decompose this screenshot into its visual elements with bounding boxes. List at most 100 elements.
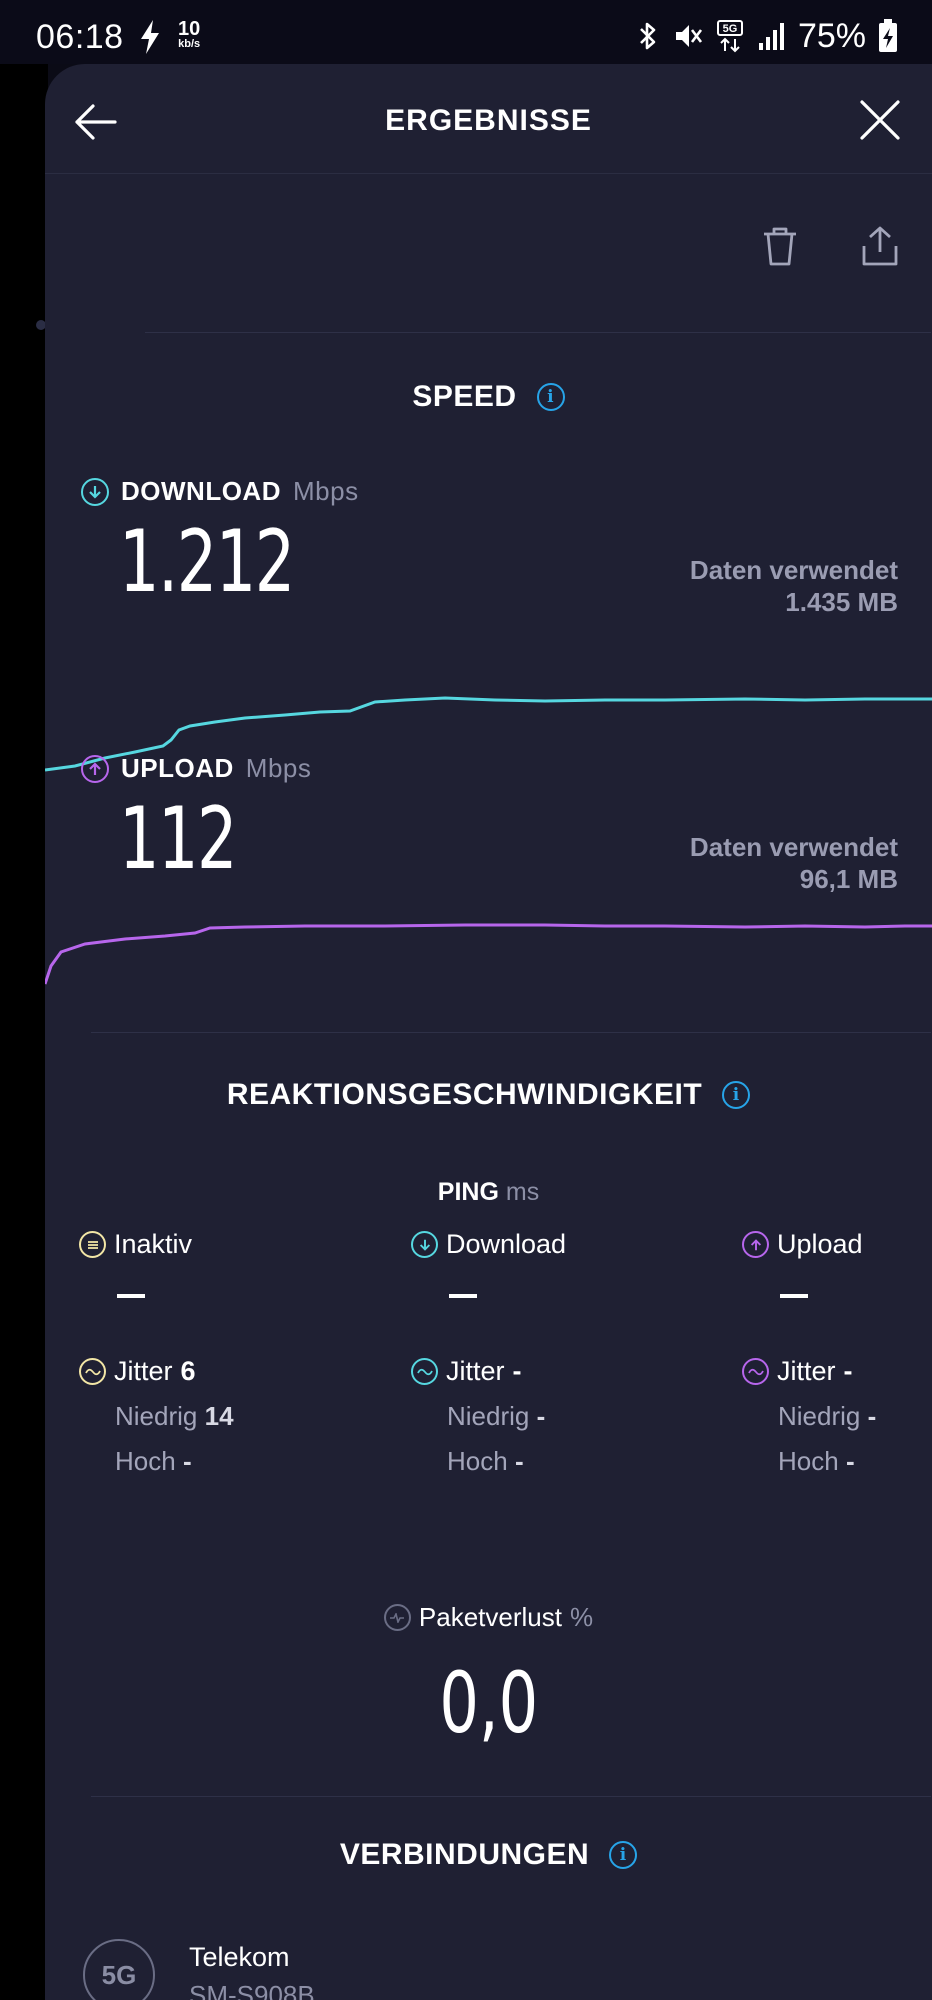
divider [145,332,931,333]
jitter-download-label: Jitter [446,1356,505,1386]
speed-section-title: SPEED i [45,380,932,414]
low-download-label: Niedrig [447,1401,530,1431]
download-label-text: DOWNLOAD [121,476,281,506]
jitter-download: Jitter - [411,1356,671,1387]
network-speed: 10 kb/s [178,18,201,50]
signal-icon [758,23,784,50]
status-bar: 06:18 10 kb/s 5G 75% [0,0,932,64]
top-bar: ERGEBNISSE [45,64,932,174]
low-upload-label: Niedrig [778,1401,861,1431]
jitter-idle-value: 6 [180,1356,196,1386]
latency-section-title: REAKTIONSGESCHWINDIGKEIT i [45,1078,932,1112]
speed-info-icon[interactable]: i [536,383,565,411]
upload-label: UPLOAD Mbps [81,753,311,784]
packet-loss-value: 0,0 [439,1654,538,1752]
ping-download-label: Download [446,1229,567,1259]
latency-info-icon[interactable]: i [722,1081,751,1109]
upload-unit: Mbps [245,753,312,783]
jitter-upload-value: - [843,1356,853,1386]
share-button[interactable] [858,224,902,268]
upload-arrow-icon [81,754,109,783]
high-download-value: - [514,1446,524,1476]
divider [91,1032,931,1033]
battery-charging-icon [879,19,897,52]
ping-idle-label: Inaktiv [114,1229,193,1259]
result-actions [758,224,902,268]
download-label: DOWNLOAD Mbps [81,476,359,507]
low-upload: Niedrig - [778,1401,932,1432]
packet-loss-header: Paketverlust % [45,1602,932,1633]
status-icons: 5G 75% [636,16,898,56]
connections-info-icon[interactable]: i [609,1841,638,1869]
device-name: SM-S908B [189,1980,315,2000]
packet-loss-label: Paketverlust [418,1602,562,1632]
download-value: 1.212 [119,512,295,612]
upload-graph [45,923,932,985]
close-button[interactable] [858,98,902,142]
ping-idle-header: Inaktiv [79,1229,339,1260]
upload-value: 112 [119,789,238,889]
upload-label-text: UPLOAD [121,753,234,783]
divider [91,1796,931,1797]
battery-percent: 75% [797,16,866,55]
connection-type-badge: 5G [83,1939,155,2000]
ping-download-header: Download [411,1229,671,1260]
latency-title: REAKTIONSGESCHWINDIGKEIT [226,1078,703,1111]
low-download: Niedrig - [447,1401,671,1432]
connections-section-title: VERBINDUNGEN i [45,1838,932,1872]
network-speed-unit: kb/s [178,38,201,50]
low-download-value: - [536,1401,546,1431]
jitter-wave-icon [411,1358,438,1385]
ping-unit: ms [505,1178,540,1206]
download-arrow-icon [81,477,109,506]
clock: 06:18 [36,18,124,56]
page-title: ERGEBNISSE [385,104,592,137]
download-data-used-value: 1.435 MB [785,587,898,617]
svg-text:5G: 5G [723,23,738,35]
delete-button[interactable] [758,224,802,268]
ping-idle-value [117,1294,145,1298]
low-idle: Niedrig 14 [115,1401,339,1432]
packet-loss-unit: % [569,1602,594,1632]
high-upload: Hoch - [778,1446,932,1477]
high-idle: Hoch - [115,1446,339,1477]
packet-loss: 0,0 [45,1654,932,1752]
bluetooth-icon [640,22,656,50]
high-upload-value: - [845,1446,855,1476]
jitter-idle: Jitter 6 [79,1356,339,1387]
ping-header: PING ms [45,1178,932,1207]
upload-arrow-icon [742,1231,769,1258]
jitter-wave-icon [79,1358,106,1385]
ping-column-download: Download Jitter - Niedrig - Hoch - [411,1229,671,1477]
download-unit: Mbps [292,476,359,506]
low-upload-value: - [867,1401,877,1431]
provider-name: Telekom [189,1942,290,1972]
ping-column-upload: Upload Jitter - Niedrig - Hoch - [742,1229,932,1477]
results-sheet: ERGEBNISSE SPEED i DOWNLOAD Mbps 1.212 D… [45,64,932,2000]
packet-loss-icon [383,1604,411,1631]
charging-bolt-icon [141,20,159,54]
upload-data-used: Daten verwendet 96,1 MB [690,831,898,895]
high-idle-value: - [182,1446,192,1476]
high-idle-label: Hoch [115,1446,176,1476]
ping-column-idle: Inaktiv Jitter 6 Niedrig 14 Hoch - [79,1229,339,1477]
high-download-label: Hoch [447,1446,508,1476]
download-arrow-icon [411,1231,438,1258]
speed-title: SPEED [412,380,517,413]
5g-network-icon: 5G [716,20,743,53]
connections-title: VERBINDUNGEN [339,1838,590,1871]
low-idle-label: Niedrig [115,1401,198,1431]
high-upload-label: Hoch [778,1446,839,1476]
ping-upload-header: Upload [742,1229,932,1260]
mute-icon [675,25,702,47]
jitter-idle-label: Jitter [114,1356,173,1386]
download-data-used-label: Daten verwendet [689,555,898,585]
ping-label: PING [437,1178,499,1206]
download-data-used: Daten verwendet 1.435 MB [690,554,898,618]
underlying-screen [0,64,48,2000]
network-speed-value: 10 [178,18,201,40]
idle-icon [79,1231,106,1258]
ping-upload-value [780,1294,808,1298]
low-idle-value: 14 [204,1401,234,1431]
jitter-upload: Jitter - [742,1356,932,1387]
